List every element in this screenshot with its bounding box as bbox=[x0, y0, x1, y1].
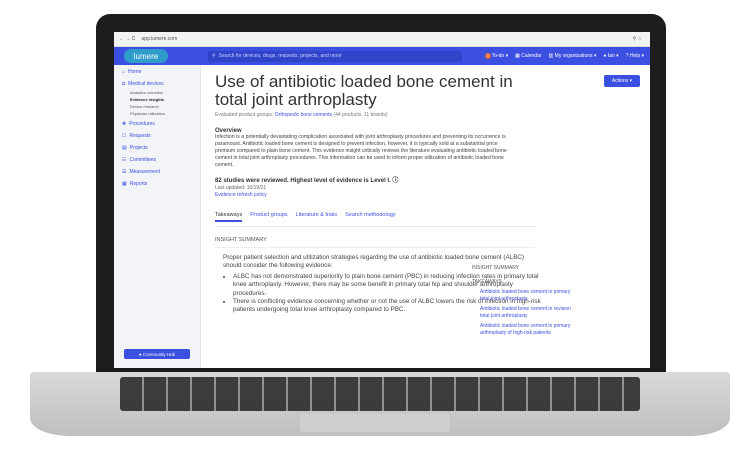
help-label: Help ▾ bbox=[629, 53, 644, 59]
browser-nav-icons[interactable]: ← → C bbox=[119, 36, 135, 42]
calendar-label: Calendar bbox=[521, 53, 542, 59]
sidebar-item-reports[interactable]: ▦ Reports bbox=[114, 179, 200, 189]
procedures-icon: ✚ bbox=[122, 121, 127, 127]
sidebar: ⌂ Home ◘ Medical devices Analytics overvie… bbox=[114, 65, 201, 368]
search-placeholder: Search for devices, drugs, requests, pro… bbox=[218, 53, 342, 59]
help-icon: ? bbox=[625, 53, 629, 59]
sidebar-item-committees[interactable]: ☷ Committees bbox=[114, 155, 200, 165]
toc-item[interactable]: Antibiotic loaded bone cement in primary… bbox=[480, 323, 572, 336]
studies-text: 82 studies were reviewed. Highest level … bbox=[215, 178, 391, 184]
toc-item[interactable]: Antibiotic loaded bone cement in primary… bbox=[480, 289, 572, 302]
device-icon: ◘ bbox=[122, 81, 126, 87]
toc-item[interactable]: Antibiotic loaded bone cement in revisio… bbox=[480, 306, 572, 319]
todo-count-badge: 3 bbox=[484, 53, 491, 59]
sidebar-item-label: Committees bbox=[129, 157, 157, 163]
sidebar-subitem-evidence[interactable]: Evidence insights bbox=[114, 96, 200, 103]
organizations-label: My organizations ▾ bbox=[554, 53, 597, 59]
sidebar-item-label: Procedures bbox=[129, 121, 155, 127]
sidebar-subitem-analytics[interactable]: Analytics overview bbox=[114, 89, 200, 96]
sidebar-item-procedures[interactable]: ✚ Procedures bbox=[114, 119, 200, 129]
search-input[interactable]: ⚲ Search for devices, drugs, requests, p… bbox=[208, 50, 462, 62]
user-label: Ian ▾ bbox=[607, 53, 619, 59]
main-content: Use of antibiotic loaded bone cement in … bbox=[201, 65, 650, 368]
tab-takeaways[interactable]: Takeaways bbox=[215, 212, 243, 222]
search-icon: ⚲ bbox=[212, 53, 216, 59]
laptop-trackpad bbox=[300, 414, 450, 432]
todo-label: To-do ▾ bbox=[491, 53, 509, 59]
user-icon: ● bbox=[603, 53, 607, 59]
sidebar-item-home[interactable]: ⌂ Home bbox=[114, 67, 200, 77]
tab-search-methodology[interactable]: Search methodology bbox=[345, 212, 395, 222]
sidebar-item-label: Reports bbox=[129, 181, 148, 187]
tab-literature[interactable]: Literature & trials bbox=[296, 212, 338, 222]
calendar-icon: ▦ bbox=[515, 53, 520, 59]
sidebar-item-requests[interactable]: ☐ Requests bbox=[114, 131, 200, 141]
insight-summary-heading: INSIGHT SUMMARY bbox=[215, 237, 535, 248]
groups-link[interactable]: Orthopedic bone cements bbox=[275, 112, 332, 118]
laptop-keyboard bbox=[120, 377, 640, 411]
sidebar-item-label: Measurement bbox=[129, 169, 161, 175]
studies-summary: 82 studies were reviewed. Highest level … bbox=[215, 175, 638, 184]
sidebar-item-label: Projects bbox=[129, 145, 148, 151]
tab-bar: Takeaways Product groups Literature & tr… bbox=[215, 212, 535, 227]
reports-icon: ▦ bbox=[122, 181, 127, 187]
sidebar-item-measurement[interactable]: ☰ Measurement bbox=[114, 167, 200, 177]
top-navbar: lumere ⚲ Search for devices, drugs, requ… bbox=[114, 47, 650, 65]
product-groups-line: Evaluated product groups: Orthopedic bon… bbox=[215, 112, 638, 118]
refresh-policy-link[interactable]: Evidence refresh policy bbox=[215, 192, 638, 198]
user-menu[interactable]: ● Ian ▾ bbox=[603, 53, 618, 59]
lumere-logo[interactable]: lumere bbox=[124, 49, 168, 63]
address-bar[interactable]: app.lumere.com bbox=[141, 36, 177, 42]
browser-chrome: ← → C app.lumere.com ⚲ ☆ bbox=[114, 32, 650, 47]
tab-product-groups[interactable]: Product groups bbox=[250, 212, 287, 222]
community-label: Community Hub bbox=[142, 351, 176, 357]
todo-menu[interactable]: 3 To-do ▾ bbox=[484, 53, 509, 59]
overview-text: Infection is a potentially devastating c… bbox=[215, 134, 507, 168]
sidebar-item-label: Medical devices bbox=[128, 81, 164, 87]
last-updated: Last updated: 10/19/21 bbox=[215, 185, 267, 191]
organizations-menu[interactable]: ▥ My organizations ▾ bbox=[549, 53, 597, 59]
sidebar-item-projects[interactable]: ▤ Projects bbox=[114, 143, 200, 153]
measurement-icon: ☰ bbox=[122, 169, 127, 175]
sidebar-item-label: Home bbox=[128, 69, 142, 75]
calendar-link[interactable]: ▦ Calendar bbox=[515, 53, 541, 59]
projects-icon: ▤ bbox=[122, 145, 127, 151]
sidebar-item-medical-devices[interactable]: ◘ Medical devices bbox=[114, 79, 200, 89]
groups-label: Evaluated product groups: bbox=[215, 112, 275, 118]
toc-takeaways[interactable]: TAKEAWAYS bbox=[472, 279, 572, 285]
page-title: Use of antibiotic loaded bone cement in … bbox=[215, 72, 513, 109]
committees-icon: ☷ bbox=[122, 157, 127, 163]
home-icon: ⌂ bbox=[122, 69, 126, 75]
laptop-screen: ← → C app.lumere.com ⚲ ☆ lumere ⚲ Search… bbox=[114, 32, 650, 368]
toc-insight-summary[interactable]: INSIGHT SUMMARY bbox=[472, 265, 572, 271]
actions-button[interactable]: Actions ▾ bbox=[603, 75, 640, 87]
requests-icon: ☐ bbox=[122, 133, 127, 139]
right-panel-toc: INSIGHT SUMMARY TAKEAWAYS Antibiotic loa… bbox=[472, 262, 572, 336]
community-hub-button[interactable]: ● Community Hub bbox=[124, 349, 190, 359]
groups-count: (44 products, 11 brands) bbox=[332, 112, 388, 118]
browser-actions[interactable]: ⚲ ☆ bbox=[632, 36, 642, 42]
sidebar-item-label: Requests bbox=[129, 133, 151, 139]
info-icon[interactable]: ⓘ bbox=[392, 178, 398, 184]
topbar-right: 3 To-do ▾ ▦ Calendar ▥ My organizations ▾… bbox=[484, 53, 644, 59]
help-menu[interactable]: ? Help ▾ bbox=[626, 53, 644, 59]
sidebar-subitem-physician[interactable]: Physician utilization bbox=[114, 110, 200, 117]
sidebar-subitem-research[interactable]: Device research bbox=[114, 103, 200, 110]
building-icon: ▥ bbox=[548, 53, 554, 59]
